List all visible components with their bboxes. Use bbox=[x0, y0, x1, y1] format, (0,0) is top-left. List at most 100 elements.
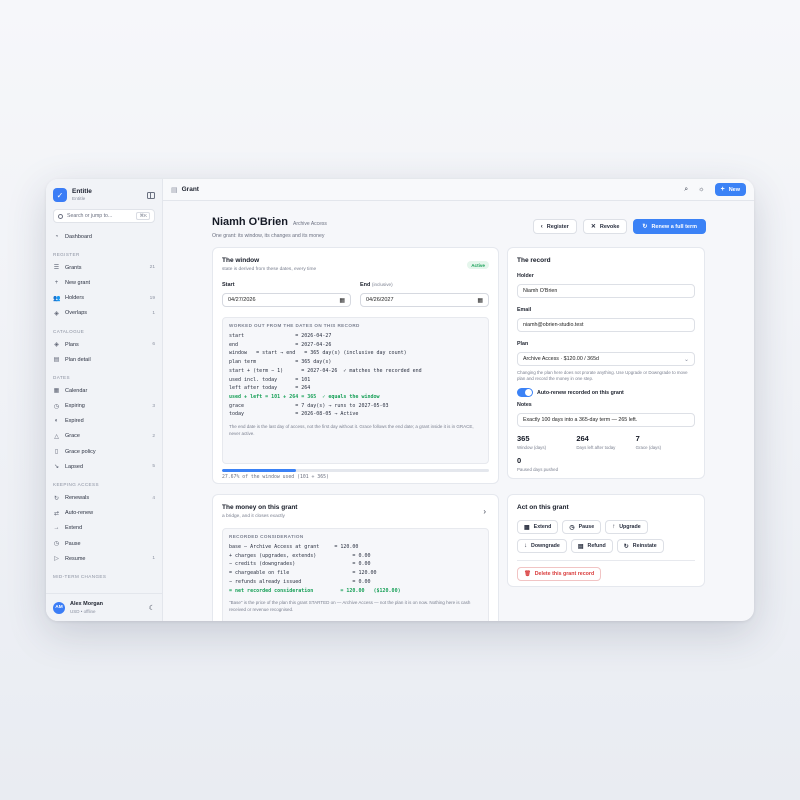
register-button[interactable]: ‹ Register bbox=[532, 219, 577, 234]
email-field[interactable]: niamh@obrien-studio.test bbox=[517, 318, 695, 332]
sidebar-item-holders[interactable]: 👥 Holders 19 bbox=[53, 291, 155, 306]
theme-moon-icon[interactable]: ☾ bbox=[149, 604, 155, 612]
sidebar-item-count: 1 bbox=[152, 310, 155, 316]
money-line: = chargeable on file = 120.00 bbox=[229, 570, 377, 577]
sidebar-item-grace-policy[interactable]: ▯ Grace policy bbox=[53, 444, 155, 459]
sidebar-item-new-grant[interactable]: + New grant bbox=[53, 275, 155, 290]
new-button[interactable]: + New bbox=[714, 183, 746, 196]
sidebar-section-header: MID-TERM CHANGES bbox=[53, 574, 107, 580]
start-date-value: 04/27/2026 bbox=[228, 297, 256, 303]
trend-down-icon: ↘ bbox=[53, 464, 60, 471]
play-icon: ▷ bbox=[54, 556, 59, 563]
notes-field[interactable]: Exactly 100 days into a 365-day term — 2… bbox=[517, 413, 695, 427]
search-input[interactable]: Search or jump to... ⌘K bbox=[53, 209, 155, 223]
progress-fill bbox=[222, 469, 296, 472]
sidebar-item-label: Plan detail bbox=[65, 356, 91, 363]
downgrade-button[interactable]: ↓ Downgrade bbox=[517, 539, 567, 553]
sidebar-item-expiring[interactable]: ◷ Expiring 3 bbox=[53, 399, 155, 414]
revoke-button[interactable]: ✕ Revoke bbox=[582, 219, 628, 234]
sidebar-item-auto-renew[interactable]: ⇄ Auto-renew bbox=[53, 506, 155, 521]
sidebar-item-dashboard[interactable]: ◔ Dashboard bbox=[53, 229, 155, 244]
extend-button[interactable]: ▦ Extend bbox=[517, 520, 559, 534]
end-date-input[interactable]: 04/26/2027 ▦ bbox=[360, 293, 489, 307]
dashboard-icon: ◔ bbox=[54, 233, 59, 240]
sidebar-item-label: Expired bbox=[65, 418, 84, 425]
sidebar-item-expired[interactable]: ◐ Expired bbox=[53, 414, 155, 429]
document-icon: ▤ bbox=[53, 357, 60, 364]
autorenew-label: Auto-renew recorded on this grant bbox=[537, 389, 624, 396]
user-status: USD • offline bbox=[70, 609, 96, 614]
sidebar-item-grace[interactable]: △ Grace 2 bbox=[53, 429, 155, 444]
user-profile[interactable]: AM Alex Morgan USD • offline ☾ bbox=[46, 593, 162, 621]
sidebar-item-calendar[interactable]: ▦ Calendar bbox=[53, 383, 155, 398]
sidebar-section-header: KEEPING ACCESS bbox=[53, 482, 99, 488]
sidebar-item-extend[interactable]: → Extend bbox=[53, 521, 155, 536]
refresh-icon: ↻ bbox=[53, 495, 60, 502]
sidebar-toggle-icon[interactable] bbox=[147, 191, 155, 199]
end-label: End (inclusive) bbox=[360, 282, 489, 288]
sidebar-item-label: Grace bbox=[65, 433, 80, 440]
delete-grant-button[interactable]: 🗑 Delete this grant record bbox=[517, 567, 602, 581]
calc-line: window = start → end = 365 day(s) (inclu… bbox=[229, 350, 407, 357]
revoke-label: Revoke bbox=[599, 223, 620, 230]
money-title: The money on this grant bbox=[222, 504, 298, 511]
brand-sub: Entitle bbox=[72, 197, 86, 202]
stat: 264 Days left after today bbox=[576, 434, 635, 450]
page-title: Niamh O'Brien Archive Access bbox=[212, 216, 327, 228]
email-value: niamh@obrien-studio.test bbox=[523, 322, 584, 328]
worked-box: WORKED OUT FROM THE DATES ON THIS RECORD… bbox=[222, 317, 489, 464]
sidebar-item-renewals[interactable]: ↻ Renewals 4 bbox=[53, 490, 155, 505]
sun-icon[interactable]: ☼ bbox=[698, 186, 704, 193]
sidebar-item-label: Grace policy bbox=[65, 448, 96, 455]
sidebar-item-lapsed[interactable]: ↘ Lapsed 5 bbox=[53, 459, 155, 474]
money-calculation: base — Archive Access at grant = 120.00 +… bbox=[229, 543, 482, 595]
search-icon[interactable]: ⌕ bbox=[684, 186, 688, 194]
sidebar-section-header: DATES bbox=[53, 375, 70, 381]
search-icon bbox=[58, 213, 63, 219]
stat-value: 365 bbox=[517, 434, 530, 443]
consideration-header: RECORDED CONSIDERATION bbox=[229, 534, 304, 539]
calendar-icon[interactable]: ▦ bbox=[339, 297, 345, 304]
calc-line: grace = 7 day(s) → runs to 2027-05-03 bbox=[229, 402, 389, 409]
check-logo-icon: ✓ bbox=[53, 188, 67, 202]
refund-button[interactable]: ▤ Refund bbox=[570, 539, 613, 553]
calc-line: start = 2026-04-27 bbox=[229, 333, 332, 339]
pause-button[interactable]: ◷ Pause bbox=[562, 520, 602, 534]
calc-line: plan term = 365 day(s) bbox=[229, 359, 332, 366]
money-line: base — Archive Access at grant = 120.00 bbox=[229, 544, 359, 550]
end-qualifier: (inclusive) bbox=[371, 282, 393, 287]
sidebar-item-overlaps[interactable]: ◈ Overlaps 1 bbox=[53, 306, 155, 321]
topbar: ▤ Grant ⌕ ☼ + New bbox=[163, 179, 754, 201]
users-icon: 👥 bbox=[53, 295, 61, 302]
calendar-icon[interactable]: ▦ bbox=[477, 297, 483, 304]
holder-field[interactable]: Niamh O'Brien bbox=[517, 284, 695, 298]
sidebar-item-resume[interactable]: ▷ Resume 1 bbox=[53, 551, 155, 566]
record-card: The record Holder Niamh O'Brien Email ni… bbox=[507, 247, 705, 479]
renew-button[interactable]: ↻ Renew a full term bbox=[633, 219, 706, 234]
clock-icon: ◷ bbox=[53, 541, 60, 548]
sidebar-item-plans[interactable]: ◈ Plans 6 bbox=[53, 337, 155, 352]
sidebar-item-count: 2 bbox=[152, 433, 155, 439]
renew-label: Renew a full term bbox=[651, 223, 697, 230]
progress-text: 27.67% of the window used (101 ÷ 365) bbox=[222, 475, 329, 480]
autorenew-toggle[interactable] bbox=[517, 388, 533, 397]
new-button-label: New bbox=[728, 186, 740, 193]
search-shortcut: ⌘K bbox=[136, 212, 150, 220]
reinstate-button[interactable]: ↻ Reinstate bbox=[616, 539, 664, 553]
money-line-total: = net recorded consideration = 120.00 ($… bbox=[229, 587, 401, 594]
refresh-icon: ↻ bbox=[623, 543, 629, 550]
plan-select[interactable]: Archive Access · $120.00 / 365d ⌄ bbox=[517, 352, 695, 366]
sidebar-item-pause[interactable]: ◷ Pause bbox=[53, 536, 155, 551]
chevron-right-icon[interactable]: › bbox=[483, 507, 486, 516]
upgrade-button[interactable]: ↑ Upgrade bbox=[605, 520, 648, 534]
sidebar: ✓ Entitle Entitle Search or jump to... ⌘… bbox=[46, 179, 163, 621]
start-date-input[interactable]: 04/27/2026 ▦ bbox=[222, 293, 351, 307]
sidebar-item-plan-detail[interactable]: ▤ Plan detail bbox=[53, 352, 155, 367]
act-title: Act on this grant bbox=[517, 504, 569, 511]
clock-icon: ◷ bbox=[569, 524, 575, 531]
sidebar-item-grants[interactable]: ☰ Grants 21 bbox=[53, 260, 155, 275]
sidebar-item-label: Expiring bbox=[65, 403, 85, 410]
end-label-text: End bbox=[360, 282, 371, 288]
sidebar-section-header: CATALOGUE bbox=[53, 328, 85, 334]
stat: 7 Grace (days) bbox=[636, 434, 695, 450]
